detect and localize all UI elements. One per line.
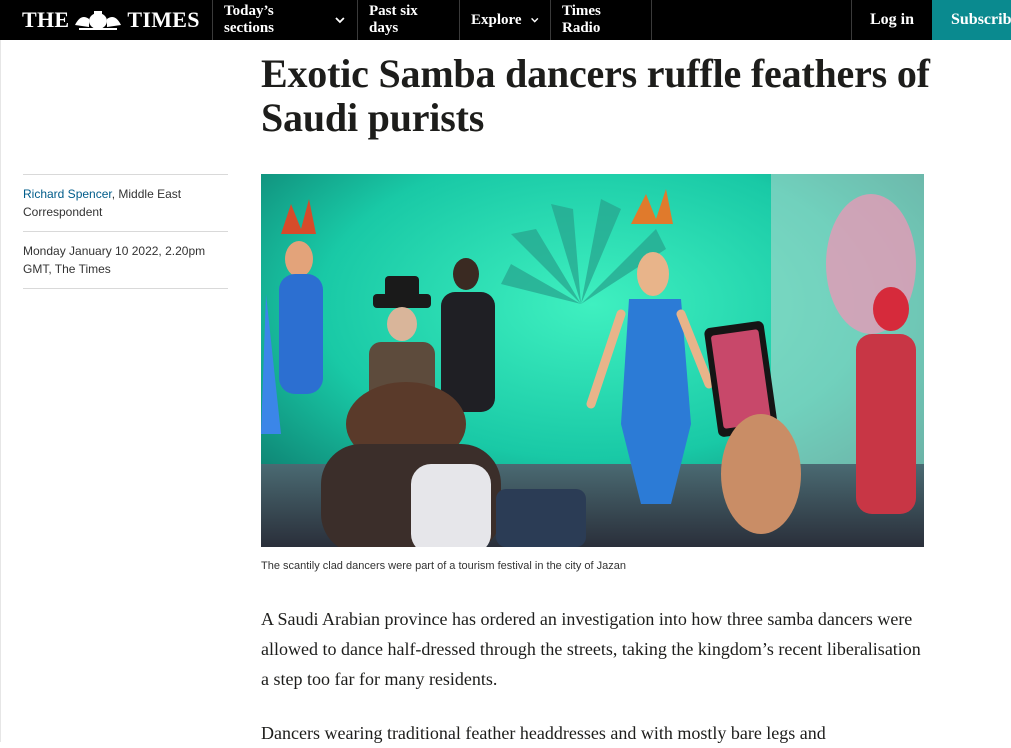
byline-divider bbox=[23, 288, 228, 289]
article-hero-image[interactable] bbox=[261, 174, 924, 547]
image-caption: The scantily clad dancers were part of a… bbox=[261, 560, 626, 572]
subscribe-button[interactable]: Subscribe bbox=[932, 0, 1011, 40]
the-times-logo[interactable]: THE TIMES bbox=[22, 6, 200, 34]
byline: Richard Spencer, Middle East Corresponde… bbox=[23, 185, 228, 221]
nav-item-explore[interactable]: Explore bbox=[459, 0, 550, 40]
samba-dancers-photo bbox=[261, 174, 924, 547]
byline-divider bbox=[23, 231, 228, 232]
page-edge-divider bbox=[0, 40, 1, 742]
nav-item-todays-sections[interactable]: Today’s sections bbox=[212, 0, 357, 40]
author-link[interactable]: Richard Spencer bbox=[23, 187, 112, 201]
byline-divider bbox=[23, 174, 228, 175]
royal-crest-icon bbox=[75, 11, 122, 30]
top-navigation-bar: THE TIMES Today’s sections Past six days… bbox=[0, 0, 1011, 40]
chevron-down-icon bbox=[335, 17, 345, 24]
chevron-down-icon bbox=[530, 17, 538, 23]
logo-text-times: TIMES bbox=[127, 7, 200, 32]
logo-text-the: THE bbox=[22, 7, 70, 32]
nav-item-times-radio[interactable]: Times Radio bbox=[550, 0, 652, 40]
article-paragraph: A Saudi Arabian province has ordered an … bbox=[261, 609, 921, 689]
nav-item-label: Past six days bbox=[369, 3, 418, 36]
article-paragraph: Dancers wearing traditional feather head… bbox=[261, 723, 826, 743]
nav-item-label: Times Radio bbox=[562, 3, 601, 36]
article-headline: Exotic Samba dancers ruffle feathers of … bbox=[261, 51, 930, 140]
nav-item-label: Today’s sections bbox=[224, 3, 274, 36]
nav-item-label: Explore bbox=[471, 11, 522, 28]
nav-item-past-six-days[interactable]: Past six days bbox=[357, 0, 459, 40]
article-dateline: Monday January 10 2022, 2.20pm GMT, The … bbox=[23, 244, 206, 276]
login-button[interactable]: Log in bbox=[851, 0, 932, 40]
